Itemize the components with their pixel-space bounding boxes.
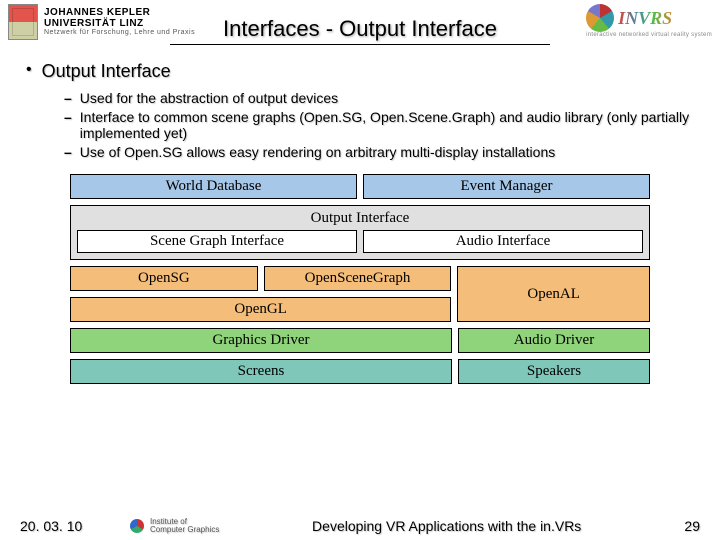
box-graphics-driver: Graphics Driver: [70, 328, 452, 353]
invrs-subtitle: interactive networked virtual reality sy…: [586, 32, 712, 38]
footer-date: 20. 03. 10: [20, 518, 130, 534]
box-world-database: World Database: [70, 174, 357, 199]
sub-bullet-list: – Used for the abstraction of output dev…: [26, 90, 694, 160]
title-underline: [170, 44, 550, 45]
crest-icon: [8, 4, 38, 40]
box-event-manager: Event Manager: [363, 174, 650, 199]
university-name: JOHANNES KEPLER UNIVERSITÄT LINZ Netzwer…: [44, 7, 195, 37]
page-number: 29: [660, 518, 700, 534]
slide-footer: 20. 03. 10 Institute of Computer Graphic…: [0, 518, 720, 534]
box-audio-driver: Audio Driver: [458, 328, 650, 353]
bullet-text: Interface to common scene graphs (Open.S…: [80, 109, 694, 141]
box-openal: OpenAL: [457, 266, 650, 322]
architecture-diagram: World Database Event Manager Output Inte…: [70, 174, 650, 384]
output-interface-label: Output Interface: [77, 210, 643, 227]
invrs-name: INVRS: [618, 8, 672, 29]
invrs-logo: INVRS interactive networked virtual real…: [586, 4, 712, 38]
bullet-level2: – Interface to common scene graphs (Open…: [64, 109, 694, 141]
bullet-text: Used for the abstraction of output devic…: [80, 90, 338, 106]
invrs-icon: [586, 4, 614, 32]
box-speakers: Speakers: [458, 359, 650, 384]
institute-line2: Computer Graphics: [150, 526, 219, 534]
uni-subtitle: Netzwerk für Forschung, Lehre und Praxis: [44, 29, 195, 37]
dash-icon: –: [64, 144, 72, 160]
uni-line2: UNIVERSITÄT LINZ: [44, 18, 195, 29]
dash-icon: –: [64, 109, 72, 141]
slide-body: • Output Interface – Used for the abstra…: [0, 55, 720, 384]
footer-title: Developing VR Applications with the in.V…: [233, 518, 660, 534]
bullet-text: Output Interface: [42, 61, 171, 82]
box-output-interface: Output Interface Scene Graph Interface A…: [70, 205, 650, 260]
bullet-level2: – Used for the abstraction of output dev…: [64, 90, 694, 106]
dash-icon: –: [64, 90, 72, 106]
box-screens: Screens: [70, 359, 452, 384]
uni-line1: JOHANNES KEPLER: [44, 7, 195, 18]
university-logo: JOHANNES KEPLER UNIVERSITÄT LINZ Netzwer…: [8, 4, 195, 40]
box-opensg: OpenSG: [70, 266, 258, 291]
box-opengl: OpenGL: [70, 297, 451, 322]
bullet-level2: – Use of Open.SG allows easy rendering o…: [64, 144, 694, 160]
institute-icon: [130, 519, 144, 533]
box-scene-graph-interface: Scene Graph Interface: [77, 230, 357, 253]
bullet-text: Use of Open.SG allows easy rendering on …: [80, 144, 555, 160]
institute-name: Institute of Computer Graphics: [150, 518, 219, 534]
box-openscenegraph: OpenSceneGraph: [264, 266, 452, 291]
box-audio-interface: Audio Interface: [363, 230, 643, 253]
bullet-dot-icon: •: [26, 61, 32, 82]
bullet-level1: • Output Interface: [26, 61, 694, 82]
